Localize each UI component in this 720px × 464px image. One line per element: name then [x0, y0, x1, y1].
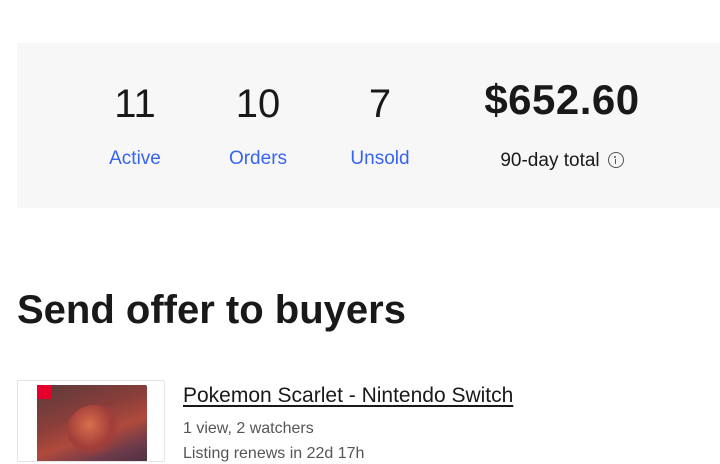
item-views-watchers: 1 view, 2 watchers [183, 420, 314, 437]
stat-unsold[interactable]: 7 Unsold [339, 43, 421, 208]
total-label-row: 90-day total [457, 149, 667, 173]
stat-orders[interactable]: 10 Orders [217, 43, 299, 208]
unsold-link[interactable]: Unsold [339, 147, 421, 171]
product-thumbnail[interactable] [17, 380, 165, 462]
total-label: 90-day total [500, 150, 600, 171]
listing-item: Pokemon Scarlet - Nintendo Switch 1 view… [17, 380, 720, 462]
section-title: Send offer to buyers [17, 288, 406, 332]
total-amount: $652.60 [484, 76, 640, 123]
stat-90-day-total: $652.60 90-day total [457, 43, 667, 208]
active-link[interactable]: Active [95, 147, 175, 171]
game-box-art [37, 385, 147, 461]
seller-stats-panel: 11 Active 10 Orders 7 Unsold $652.60 90-… [17, 43, 720, 208]
orders-link[interactable]: Orders [217, 147, 299, 171]
item-title-link[interactable]: Pokemon Scarlet - Nintendo Switch [183, 383, 513, 409]
stat-active[interactable]: 11 Active [95, 43, 175, 208]
active-count: 11 [114, 82, 156, 126]
orders-count: 10 [235, 82, 281, 126]
unsold-count: 7 [368, 82, 392, 126]
item-renewal: Listing renews in 22d 17h [183, 445, 365, 462]
info-icon[interactable] [607, 152, 624, 168]
